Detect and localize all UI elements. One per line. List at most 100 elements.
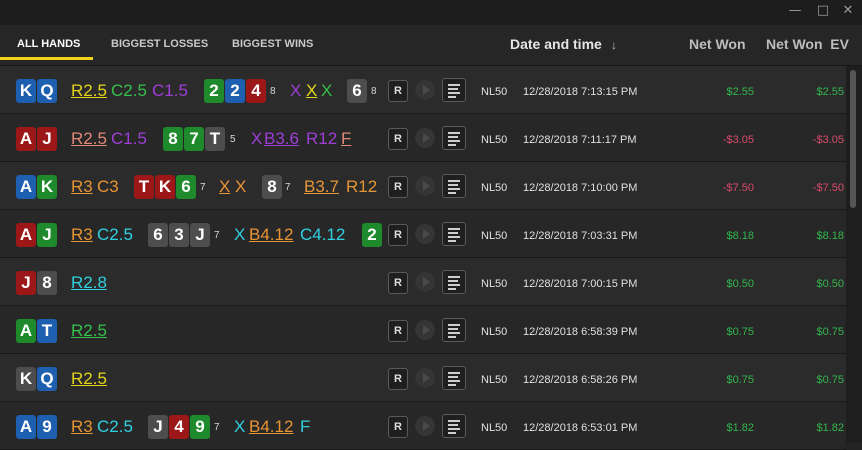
stake-label: NL50 — [481, 86, 508, 98]
table-row[interactable]: K Q R2.5 R NL50 12/28/2018 6:58:26 PM $0.75 $0.… — [0, 354, 846, 402]
action-label: R12 — [346, 177, 378, 196]
notes-icon[interactable] — [442, 318, 466, 342]
board-card: 8 — [163, 127, 183, 151]
hole-card: Q — [37, 367, 57, 391]
action-label: X — [306, 81, 318, 100]
net-won-value: $0.75 — [726, 326, 754, 338]
hand-date: 12/28/2018 7:13:15 PM — [523, 86, 638, 98]
hole-card: 9 — [37, 415, 57, 439]
replay-button[interactable]: R — [388, 224, 408, 246]
board-card: 7 — [184, 127, 204, 151]
tab-biggest-wins[interactable]: BIGGEST WINS — [232, 38, 313, 50]
replay-button[interactable]: R — [388, 272, 408, 294]
board-card: T — [134, 175, 154, 199]
hole-card: Q — [37, 79, 57, 103]
action-label: R2.8 — [71, 273, 107, 292]
play-icon[interactable] — [415, 176, 435, 196]
table-row[interactable]: A J R3 C2.5 X B4.12 C4.12 6 3 J 7 2 R NL50 12/28/2018 … — [0, 210, 846, 258]
play-icon[interactable] — [415, 368, 435, 388]
play-icon[interactable] — [415, 272, 435, 292]
action-label: R3 — [71, 225, 93, 244]
board-card: 4 — [169, 415, 189, 439]
hole-card: K — [16, 79, 36, 103]
tab-biggest-losses[interactable]: BIGGEST LOSSES — [111, 38, 208, 50]
notes-icon[interactable] — [442, 78, 466, 102]
net-won-column-header[interactable]: Net Won — [689, 36, 746, 52]
net-won-ev-column-header[interactable]: Net Won EV — [766, 36, 849, 52]
play-icon[interactable] — [415, 80, 435, 100]
board-card: 2 — [225, 79, 245, 103]
close-icon[interactable]: ✕ — [841, 4, 855, 18]
notes-icon[interactable] — [442, 414, 466, 438]
stake-label: NL50 — [481, 134, 508, 146]
replay-button[interactable]: R — [388, 128, 408, 150]
net-won-ev-value: -$7.50 — [812, 182, 844, 194]
table-row[interactable]: A T R2.5 R NL50 12/28/2018 6:58:39 PM $0.75 $0.… — [0, 306, 846, 354]
action-label: F — [300, 417, 311, 436]
action-label: X — [234, 225, 246, 244]
net-won-value: $1.82 — [726, 422, 754, 434]
action-label: R12 — [306, 129, 338, 148]
hand-date: 12/28/2018 7:03:31 PM — [523, 230, 638, 242]
turn-card: 8 — [262, 175, 282, 199]
table-row[interactable]: J 8 R2.8 R NL50 12/28/2018 7:00:15 PM $0.50 $0.… — [0, 258, 846, 306]
play-icon[interactable] — [415, 224, 435, 244]
hole-card: A — [16, 175, 36, 199]
notes-icon[interactable] — [442, 222, 466, 246]
notes-icon[interactable] — [442, 126, 466, 150]
play-icon[interactable] — [415, 416, 435, 436]
replay-button[interactable]: R — [388, 368, 408, 390]
player-count: 7 — [214, 230, 220, 241]
play-icon[interactable] — [415, 128, 435, 148]
board-card: 6 — [176, 175, 196, 199]
hole-card: J — [37, 223, 57, 247]
net-won-ev-value: $0.50 — [816, 278, 844, 290]
tab-all-hands[interactable]: ALL HANDS — [17, 38, 80, 50]
board-card: 2 — [204, 79, 224, 103]
active-tab-indicator — [0, 57, 93, 60]
replay-button[interactable]: R — [388, 176, 408, 198]
hole-card: K — [37, 175, 57, 199]
action-label: C4.12 — [300, 225, 346, 244]
net-won-ev-value: $1.82 — [816, 422, 844, 434]
notes-icon[interactable] — [442, 270, 466, 294]
table-row[interactable]: A K R3 C3 X X B3.7 R12 T K 6 7 8 7 R NL50 12/28/2018 7:1… — [0, 162, 846, 210]
net-won-value: -$3.05 — [722, 134, 754, 146]
net-won-ev-value: $0.75 — [816, 374, 844, 386]
play-icon[interactable] — [415, 320, 435, 340]
date-column-header[interactable]: Date and time — [510, 36, 602, 52]
maximize-icon[interactable]: □ — [816, 4, 830, 18]
board-card: J — [148, 415, 168, 439]
sort-arrow-icon[interactable]: ↓ — [611, 38, 617, 52]
hand-date: 12/28/2018 7:10:00 PM — [523, 182, 638, 194]
hole-card: J — [16, 271, 36, 295]
action-label: B3.6 — [264, 129, 299, 148]
board-card: 9 — [190, 415, 210, 439]
scrollbar-thumb[interactable] — [850, 70, 856, 208]
action-label: F — [341, 129, 352, 148]
notes-icon[interactable] — [442, 366, 466, 390]
replay-button[interactable]: R — [388, 320, 408, 342]
board-card: 3 — [169, 223, 189, 247]
table-row[interactable]: K Q R2.5 C2.5 C1.5 X X X 2 2 4 8 6 8 R NL50 12/28/2018 7… — [0, 66, 846, 114]
board-card: K — [155, 175, 175, 199]
net-won-value: -$7.50 — [722, 182, 754, 194]
player-count: 5 — [230, 134, 236, 145]
replay-button[interactable]: R — [388, 416, 408, 438]
player-count: 8 — [371, 86, 377, 97]
action-label: R2.5 — [71, 81, 107, 100]
table-row[interactable]: A J R2.5 C1.5 X B3.6 R12 F 8 7 T 5 R NL50 12/28/2018 7… — [0, 114, 846, 162]
scrollbar[interactable] — [846, 66, 862, 443]
minimize-icon[interactable]: — — [788, 4, 802, 18]
hand-date: 12/28/2018 7:00:15 PM — [523, 278, 638, 290]
hole-card: 8 — [37, 271, 57, 295]
action-label: X — [290, 81, 302, 100]
hands-list: K Q R2.5 C2.5 C1.5 X X X 2 2 4 8 6 8 R NL50 12/28/2018 7… — [0, 66, 846, 450]
hand-date: 12/28/2018 6:58:39 PM — [523, 326, 638, 338]
turn-card: 6 — [347, 79, 367, 103]
action-label: C2.5 — [97, 225, 133, 244]
notes-icon[interactable] — [442, 174, 466, 198]
replay-button[interactable]: R — [388, 80, 408, 102]
action-label: X — [251, 129, 263, 148]
action-label: X — [321, 81, 333, 100]
